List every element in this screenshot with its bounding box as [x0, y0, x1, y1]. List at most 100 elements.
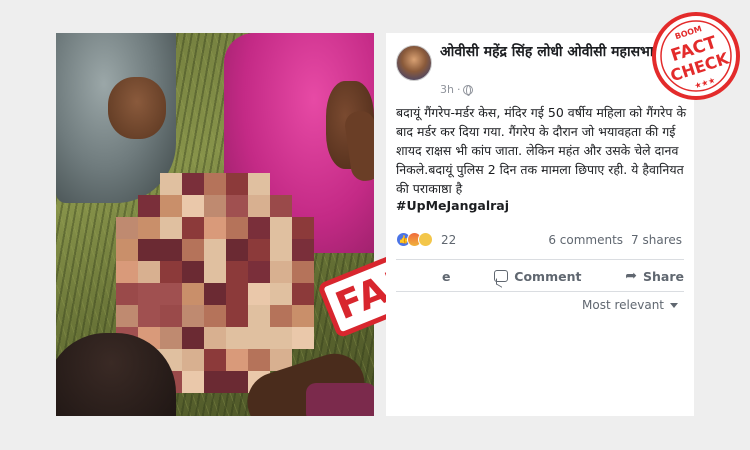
blur-pixel	[160, 195, 182, 217]
reaction-count: 22	[441, 232, 457, 247]
blur-pixel	[248, 217, 270, 239]
blur-pixel	[116, 283, 138, 305]
post-time[interactable]: 3h	[440, 83, 454, 96]
post-hashtag[interactable]: #UpMeJangalraj	[396, 198, 509, 213]
blur-pixel	[226, 349, 248, 371]
blur-pixel	[248, 195, 270, 217]
post-meta: 3h ·	[440, 83, 474, 96]
blur-pixel	[226, 217, 248, 239]
blur-pixel	[204, 261, 226, 283]
blur-pixel	[226, 327, 248, 349]
blur-pixel	[182, 239, 204, 261]
blur-pixel	[226, 239, 248, 261]
blur-pixel	[138, 283, 160, 305]
blur-pixel	[270, 327, 292, 349]
blur-pixel	[138, 261, 160, 283]
blur-pixel	[160, 173, 182, 195]
blur-pixel	[138, 217, 160, 239]
blur-pixel	[160, 327, 182, 349]
blur-pixel	[204, 349, 226, 371]
blur-pixel	[204, 305, 226, 327]
blur-pixel	[160, 217, 182, 239]
blur-pixel	[182, 261, 204, 283]
blur-pixel	[204, 195, 226, 217]
reaction-summary[interactable]: 👍 22	[396, 232, 456, 247]
comment-sort-dropdown[interactable]: Most relevant	[582, 298, 679, 312]
blur-pixel	[292, 261, 314, 283]
blur-pixel	[270, 283, 292, 305]
blur-pixel	[270, 195, 292, 217]
blur-pixel	[226, 195, 248, 217]
blur-pixel	[270, 239, 292, 261]
blur-pixel	[204, 371, 226, 393]
fact-check-badge: BOOM FACT CHECK ★★★	[652, 12, 740, 100]
comments-count[interactable]: 6 comments	[548, 233, 623, 247]
blur-pixel	[182, 217, 204, 239]
blur-pixel	[292, 217, 314, 239]
blur-pixel	[270, 305, 292, 327]
blur-pixel	[226, 261, 248, 283]
globe-icon	[463, 84, 474, 96]
share-icon: ➦	[625, 268, 638, 284]
blur-pixel	[270, 217, 292, 239]
blur-pixel	[270, 261, 292, 283]
blur-pixel	[138, 195, 160, 217]
meta-separator: ·	[456, 83, 461, 96]
blur-pixel	[160, 305, 182, 327]
blur-pixel	[160, 283, 182, 305]
blur-pixel	[116, 239, 138, 261]
comment-button[interactable]: Comment	[494, 266, 581, 286]
blur-pixel	[248, 327, 270, 349]
blur-pixel	[138, 239, 160, 261]
blur-pixel	[182, 283, 204, 305]
page-avatar[interactable]	[396, 45, 432, 81]
blur-pixel	[160, 239, 182, 261]
blur-pixel	[248, 305, 270, 327]
blur-pixel	[182, 195, 204, 217]
blur-pixel	[182, 349, 204, 371]
blur-pixel	[116, 305, 138, 327]
blur-pixel	[248, 261, 270, 283]
blur-pixel	[226, 305, 248, 327]
blur-pixel	[204, 217, 226, 239]
blur-pixel	[204, 283, 226, 305]
blur-pixel	[182, 327, 204, 349]
sort-label: Most relevant	[582, 298, 665, 312]
post-actions: e Comment ➦ Share	[396, 266, 684, 286]
blur-pixel	[248, 349, 270, 371]
blur-pixel	[248, 283, 270, 305]
share-button-label: Share	[643, 268, 684, 284]
blur-pixel	[204, 327, 226, 349]
share-button[interactable]: ➦ Share	[625, 266, 684, 286]
blur-pixel	[248, 173, 270, 195]
post-photo[interactable]	[56, 33, 374, 416]
person-left-face	[108, 77, 166, 139]
blur-pixel	[204, 239, 226, 261]
person-bottom-cloth	[306, 383, 374, 416]
blur-pixel	[116, 217, 138, 239]
blur-pixel	[292, 283, 314, 305]
like-button-label: e	[442, 268, 451, 284]
comment-icon	[494, 270, 509, 282]
blur-pixel	[226, 283, 248, 305]
like-button[interactable]: e	[396, 266, 450, 286]
blur-pixel	[204, 173, 226, 195]
engagement-counts: 6 comments 7 shares	[548, 233, 682, 247]
chevron-down-icon	[670, 302, 679, 308]
blur-pixel	[226, 371, 248, 393]
blur-pixel	[182, 371, 204, 393]
blur-pixel	[182, 305, 204, 327]
blur-pixel	[116, 261, 138, 283]
shares-count[interactable]: 7 shares	[631, 233, 682, 247]
page-name[interactable]: ओवीसी महेंद्र सिंह लोधी ओवीसी महासभा	[440, 43, 680, 62]
blur-pixel	[292, 239, 314, 261]
post-body: बदायूं गैंगरेप-मर्डर केस, मंदिर गई 50 वर…	[396, 105, 687, 196]
blur-pixel	[226, 173, 248, 195]
sad-icon	[418, 232, 433, 247]
blur-pixel	[160, 261, 182, 283]
blur-pixel	[292, 305, 314, 327]
blur-pixel	[292, 327, 314, 349]
blur-pixel	[248, 239, 270, 261]
facebook-post-card: ओवीसी महेंद्र सिंह लोधी ओवीसी महासभा 3h …	[386, 33, 694, 416]
divider	[396, 259, 684, 260]
